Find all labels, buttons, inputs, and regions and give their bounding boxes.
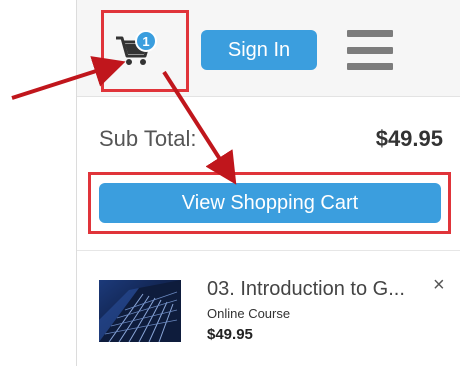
close-icon[interactable]: ×	[433, 274, 445, 297]
sign-in-button[interactable]: Sign In	[201, 30, 317, 70]
cart-item-price: $49.95	[207, 326, 253, 343]
cart-button[interactable]: 1	[103, 10, 163, 88]
hamburger-menu-icon[interactable]	[347, 30, 393, 70]
cart-dropdown-panel: 1 Sign In Sub Total: $49.95 View Shoppin…	[76, 0, 460, 366]
cart-count-badge: 1	[135, 30, 157, 52]
cart-item-title[interactable]: 03. Introduction to G...	[207, 278, 427, 301]
subtotal-label: Sub Total:	[99, 126, 197, 151]
header-bar: 1 Sign In	[77, 0, 460, 97]
course-thumbnail-image	[99, 280, 181, 342]
cart-item-type: Online Course	[207, 306, 291, 321]
divider	[77, 250, 460, 251]
course-thumbnail[interactable]	[99, 280, 181, 342]
subtotal-value: $49.95	[375, 126, 443, 151]
view-shopping-cart-button[interactable]: View Shopping Cart	[99, 183, 441, 223]
